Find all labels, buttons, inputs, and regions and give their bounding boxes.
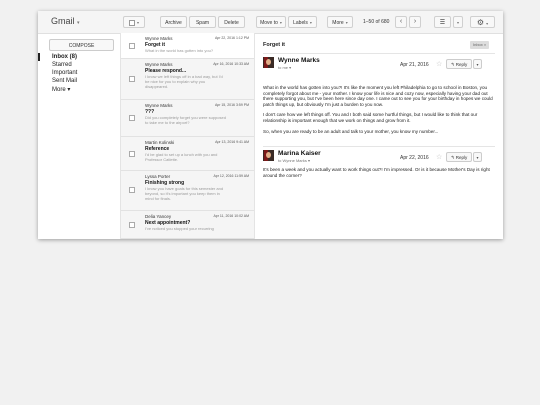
chevron-right-icon: › (413, 18, 417, 25)
chevron-down-icon: ▾ (456, 20, 459, 25)
label-badge-inbox[interactable]: Inbox × (470, 41, 490, 49)
gmail-logo[interactable]: Gmail ▾ (51, 16, 80, 26)
sidebar-item-inbox[interactable]: Inbox (8) (52, 54, 77, 60)
select-all-button[interactable]: ▾ (123, 16, 145, 28)
gear-icon: ⚙ (476, 18, 485, 27)
list-item[interactable]: Wynne Marks Apr 16, 2016 10:33 AM Please… (121, 59, 254, 100)
sender-name: Wynne Marks (278, 57, 320, 64)
reply-icon: ↰ (450, 155, 455, 160)
reply-button[interactable]: ↰ Reply (446, 152, 472, 162)
density-dropdown-button[interactable]: ▾ (453, 16, 463, 28)
chevron-down-icon: ▾ (476, 62, 479, 67)
row-checkbox[interactable] (129, 115, 135, 121)
divider (263, 53, 495, 54)
row-checkbox[interactable] (129, 76, 135, 82)
message-date: Apr 22, 2016 (400, 155, 429, 161)
density-menu-button[interactable]: ☰ (434, 16, 451, 28)
top-toolbar: Gmail ▾ ▾ Archive Spam Delete Move to ▾ L… (38, 11, 503, 34)
compose-button[interactable]: COMPOSE (49, 39, 114, 51)
list-item[interactable]: Delia Yancey Apr 11, 2016 10:02 AM Next … (121, 211, 254, 239)
reply-button[interactable]: ↰ Reply (446, 59, 472, 69)
sidebar: COMPOSE Inbox (8) Starred Important Sent… (38, 33, 120, 239)
recipient-details[interactable]: to me ▾ (278, 65, 291, 70)
avatar (263, 150, 274, 161)
message-date: Apr 21, 2016 (400, 62, 429, 68)
sidebar-item-starred[interactable]: Starred (52, 62, 72, 68)
chevron-down-icon: ▾ (136, 20, 139, 25)
chevron-down-icon: ▾ (77, 20, 80, 26)
sidebar-item-more[interactable]: More ▾ (52, 86, 70, 93)
avatar (263, 57, 274, 68)
reading-pane: Forget it Inbox × Wynne Marks to me ▾ Ap… (254, 33, 503, 239)
next-page-button[interactable]: › (409, 16, 421, 28)
delete-button[interactable]: Delete (218, 16, 245, 28)
move-to-button[interactable]: Move to ▾ (256, 16, 286, 28)
message-body: It's been a week and you actually want t… (263, 167, 490, 178)
sidebar-item-important[interactable]: Important (52, 70, 77, 76)
more-actions-button[interactable]: ▾ (473, 152, 482, 162)
active-nav-indicator (38, 53, 40, 61)
list-item[interactable]: Lyssa Porter Apr 12, 2016 11:59 AM Finis… (121, 171, 254, 211)
list-item[interactable]: Wynne Marks Apr 22, 2016 1:12 PM Forget … (121, 33, 254, 59)
close-icon[interactable]: × (484, 42, 486, 47)
star-icon[interactable]: ☆ (436, 61, 442, 68)
chevron-left-icon: ‹ (399, 18, 403, 25)
more-actions-button[interactable]: ▾ (473, 59, 482, 69)
thread-subject: Forget it (263, 42, 285, 48)
list-item[interactable]: Wynne Marks Apr 15, 2016 3:59 PM ??? Did… (121, 100, 254, 137)
chevron-down-icon: ▾ (345, 20, 348, 25)
sender-name: Marina Kaiser (278, 150, 321, 157)
more-button[interactable]: More ▾ (327, 16, 353, 28)
row-checkbox[interactable] (129, 151, 135, 157)
archive-button[interactable]: Archive (160, 16, 187, 28)
checkbox-icon (128, 19, 135, 26)
row-checkbox[interactable] (129, 43, 135, 49)
gmail-window: Gmail ▾ ▾ Archive Spam Delete Move to ▾ L… (38, 11, 503, 239)
star-icon[interactable]: ☆ (436, 154, 442, 161)
divider (263, 146, 495, 147)
labels-button[interactable]: Labels ▾ (288, 16, 317, 28)
chevron-down-icon: ▾ (279, 20, 282, 25)
settings-button[interactable]: ⚙ ▾ (470, 16, 495, 28)
recipient-details[interactable]: to Wynne Marks ▾ (278, 158, 310, 163)
list-item[interactable]: Martin Kolinski Apr 13, 2016 9:41 AM Ref… (121, 137, 254, 171)
chevron-down-icon: ▾ (486, 21, 489, 26)
chevron-down-icon: ▾ (309, 20, 312, 25)
row-checkbox[interactable] (129, 187, 135, 193)
row-checkbox[interactable] (129, 222, 135, 228)
sidebar-item-sent-mail[interactable]: Sent Mail (52, 78, 77, 84)
message-body: What in the world has gotten into you?! … (263, 85, 493, 134)
chevron-down-icon: ▾ (476, 155, 479, 160)
spam-button[interactable]: Spam (189, 16, 216, 28)
menu-icon: ☰ (439, 20, 446, 26)
pagination-count: 1–50 of 680 (363, 19, 390, 25)
message-list: Wynne Marks Apr 22, 2016 1:12 PM Forget … (120, 33, 255, 239)
prev-page-button[interactable]: ‹ (395, 16, 407, 28)
reply-icon: ↰ (450, 62, 455, 67)
